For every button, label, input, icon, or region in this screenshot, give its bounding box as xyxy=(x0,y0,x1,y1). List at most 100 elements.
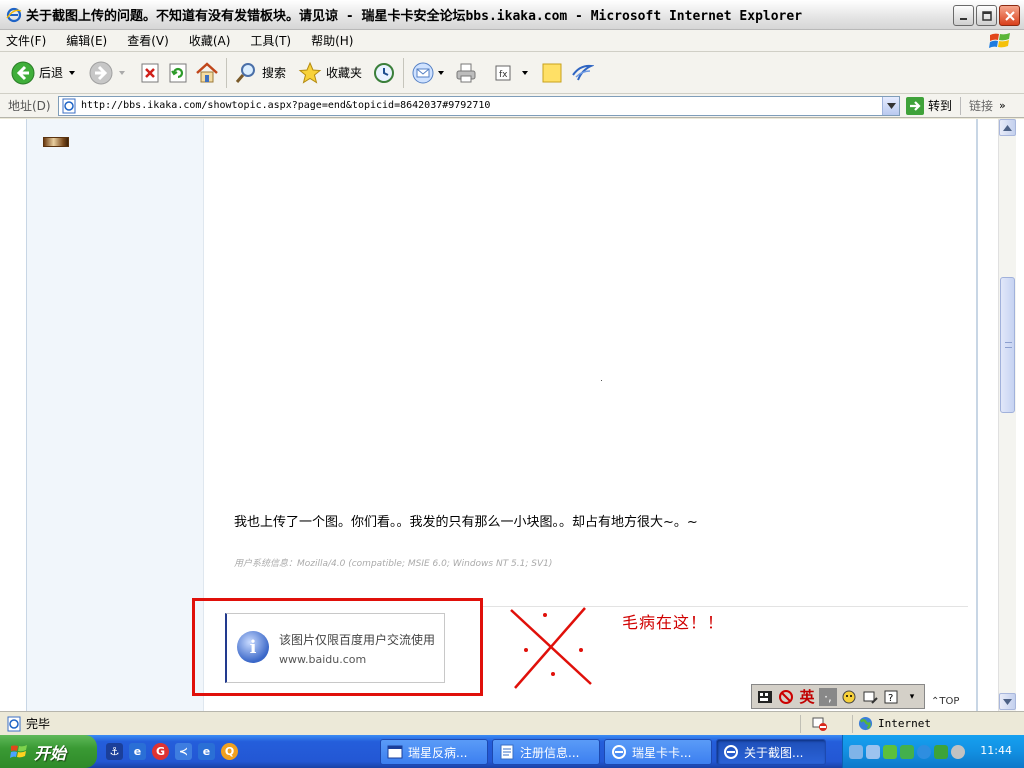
quick-launch-anchor-icon[interactable]: ⚓ xyxy=(106,743,123,760)
links-separator xyxy=(960,96,962,115)
quick-launch-google-icon[interactable]: G xyxy=(152,743,169,760)
ime-help-icon[interactable]: ? xyxy=(882,688,900,706)
status-divider xyxy=(852,715,853,733)
quick-launch-messenger-icon[interactable]: ≺ xyxy=(175,743,192,760)
print-button[interactable] xyxy=(451,55,481,91)
links-button[interactable]: 链接 xyxy=(969,97,993,114)
menu-view[interactable]: 查看(V) xyxy=(127,32,169,49)
quick-launch-ie-icon[interactable]: e xyxy=(129,743,146,760)
smiley-icon xyxy=(842,690,856,703)
address-bar: 地址(D) http://bbs.ikaka.com/showtopic.asp… xyxy=(0,94,1024,118)
ime-smiley-icon[interactable] xyxy=(840,688,858,706)
popup-blocker-icon[interactable] xyxy=(812,716,828,732)
history-button[interactable] xyxy=(369,55,399,91)
close-button[interactable] xyxy=(999,5,1020,26)
security-zone[interactable]: Internet xyxy=(858,716,931,731)
taskbar-item-current-page[interactable]: 关于截图... xyxy=(716,739,826,765)
tray-plus-icon[interactable] xyxy=(900,744,914,759)
red-x-mark-icon xyxy=(510,607,592,689)
refresh-button[interactable] xyxy=(164,55,192,91)
tray-umbrella-icon[interactable] xyxy=(934,744,948,759)
zone-label: Internet xyxy=(878,717,931,730)
ie-icon xyxy=(724,745,738,759)
system-tray: 11:44 xyxy=(842,735,1024,768)
edit-page-icon: fx xyxy=(495,65,511,80)
mail-dropdown-icon[interactable] xyxy=(438,70,445,75)
tray-green-icon[interactable] xyxy=(883,744,897,759)
page-icon xyxy=(62,98,76,113)
windows-logo-icon xyxy=(989,33,1010,48)
menu-tools[interactable]: 工具(T) xyxy=(250,32,291,49)
ime-menu-icon[interactable]: ▾ xyxy=(903,688,921,706)
back-to-top-link[interactable]: ⌃TOP xyxy=(931,696,959,707)
toolbar-separator xyxy=(403,57,405,88)
chevron-down-icon xyxy=(1003,698,1012,705)
back-dropdown-icon[interactable] xyxy=(69,70,76,75)
chevron-right-icon[interactable]: » xyxy=(999,99,1006,112)
tray-globe-icon[interactable] xyxy=(917,744,931,759)
maximize-icon xyxy=(981,10,992,21)
address-dropdown-button[interactable] xyxy=(882,96,899,115)
stop-button[interactable] xyxy=(136,55,164,91)
back-button[interactable]: 后退 xyxy=(8,55,78,91)
menu-favorites[interactable]: 收藏(A) xyxy=(189,32,231,49)
ie-icon xyxy=(612,745,626,759)
ime-language-toggle[interactable]: 英 xyxy=(798,688,816,706)
taskbar-item-rising-antivirus[interactable]: 瑞星反病... xyxy=(380,739,488,765)
taskbar-item-registration[interactable]: 注册信息... xyxy=(492,739,600,765)
address-url: http://bbs.ikaka.com/showtopic.aspx?page… xyxy=(81,100,491,111)
post-author-column xyxy=(26,119,204,711)
ime-punctuation-icon[interactable]: ·, xyxy=(819,687,837,706)
favorites-button[interactable]: 收藏夹 xyxy=(295,55,365,91)
edit-button[interactable]: fx xyxy=(489,55,531,91)
forward-button[interactable] xyxy=(86,55,128,91)
ime-toolbar[interactable]: 英 ·, ? ▾ xyxy=(751,684,925,709)
ime-softkeyboard-icon[interactable] xyxy=(861,688,879,706)
sticky-note-icon xyxy=(542,63,562,82)
home-button[interactable] xyxy=(192,55,222,91)
window-titlebar[interactable]: 关于截图上传的问题。不知道有没有发错板块。请见谅 - 瑞星卡卡安全论坛bbs.i… xyxy=(0,0,1024,30)
scroll-thumb[interactable] xyxy=(1000,277,1015,413)
scroll-up-button[interactable] xyxy=(999,119,1016,136)
mail-button[interactable] xyxy=(408,55,447,91)
ime-disable-icon[interactable] xyxy=(777,688,795,706)
search-icon xyxy=(235,62,256,83)
maximize-button[interactable] xyxy=(976,5,997,26)
notes-button[interactable] xyxy=(537,55,567,91)
refresh-icon xyxy=(169,63,187,82)
go-button[interactable]: 转到 xyxy=(906,96,953,115)
messenger-button[interactable] xyxy=(567,55,597,91)
search-button[interactable]: 搜索 xyxy=(231,55,289,91)
pen-icon xyxy=(863,691,878,704)
scroll-down-button[interactable] xyxy=(999,693,1016,710)
vertical-scrollbar[interactable] xyxy=(998,119,1016,711)
tray-computer-icon[interactable] xyxy=(866,744,880,759)
tray-volume-icon[interactable] xyxy=(951,744,965,759)
forward-dropdown-icon[interactable] xyxy=(119,70,126,75)
tray-network-icon[interactable] xyxy=(849,744,863,759)
start-button[interactable]: 开始 xyxy=(0,735,97,768)
ime-keyboard-icon[interactable] xyxy=(756,688,774,706)
menu-file[interactable]: 文件(F) xyxy=(6,32,46,49)
clock[interactable]: 11:44 xyxy=(980,744,1012,757)
quick-launch-qq-icon[interactable]: Q xyxy=(221,743,238,760)
toolbar-separator xyxy=(226,57,228,88)
menu-help[interactable]: 帮助(H) xyxy=(311,32,353,49)
edit-dropdown-icon[interactable] xyxy=(522,70,529,75)
home-icon xyxy=(196,61,218,82)
window-icon xyxy=(500,744,514,760)
chevron-up-icon xyxy=(1003,124,1012,131)
menu-bar: 文件(F) 编辑(E) 查看(V) 收藏(A) 工具(T) 帮助(H) xyxy=(0,30,1024,52)
favorites-star-icon xyxy=(298,61,322,84)
go-label: 转到 xyxy=(928,99,953,113)
taskbar-item-rising-kaka[interactable]: 瑞星卡卡... xyxy=(604,739,712,765)
menu-edit[interactable]: 编辑(E) xyxy=(66,32,107,49)
forward-arrow-icon xyxy=(89,61,113,84)
go-arrow-icon xyxy=(906,96,924,115)
status-text: 完毕 xyxy=(26,717,51,731)
minimize-button[interactable] xyxy=(953,5,974,26)
address-input[interactable]: http://bbs.ikaka.com/showtopic.aspx?page… xyxy=(58,95,900,116)
quick-launch-ie2-icon[interactable]: e xyxy=(198,743,215,760)
toolbar: 后退 搜索 收藏夹 fx xyxy=(0,52,1024,94)
page-content: 我也上传了一个图。你们看。。我发的只有那么一小块图。。却占有地方很大~。~ 用户… xyxy=(0,119,1024,711)
